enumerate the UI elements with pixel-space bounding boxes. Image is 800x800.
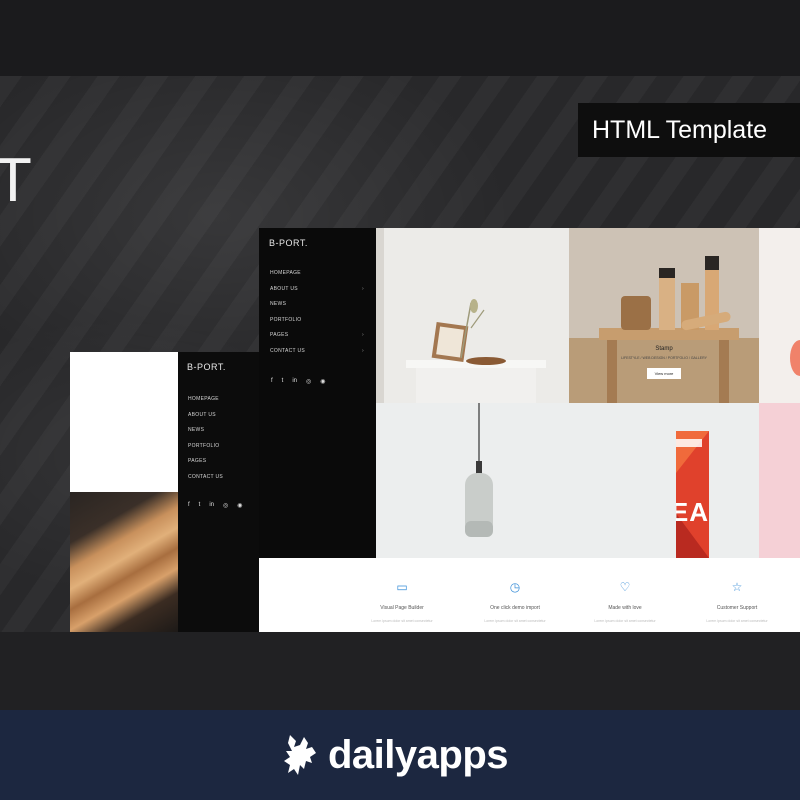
hero-title-fragment: T	[0, 146, 33, 215]
chevron-right-icon: ›	[362, 332, 364, 338]
back-nav-item-pages[interactable]: PAGES	[188, 458, 248, 474]
back-sidebar: B-PORT. HOMEPAGE ABOUT US NEWS PORTFOLIO…	[178, 352, 264, 632]
nav-label: NEWS	[270, 301, 287, 307]
facebook-icon[interactable]: f	[188, 502, 190, 509]
front-nav-item-pages[interactable]: PAGES ›	[270, 332, 364, 348]
nav-label: PAGES	[270, 332, 289, 338]
front-nav-menu: HOMEPAGE ABOUT US › NEWS PORTFOLIO PAGES ›…	[270, 270, 364, 363]
feature-visual-page-builder: ▭ Visual Page Builder Lorem ipsum dolor …	[347, 558, 457, 623]
monitor-icon: ▭	[396, 580, 408, 594]
shelf-photo	[376, 228, 569, 403]
top-band	[0, 0, 800, 76]
feature-title: Made with love	[608, 605, 642, 611]
lamp-photo	[376, 403, 676, 558]
nav-label: ABOUT US	[270, 285, 298, 292]
linkedin-icon[interactable]: in	[292, 378, 297, 385]
instagram-icon[interactable]: ◎	[223, 502, 228, 509]
twitter-icon[interactable]: t	[199, 502, 201, 509]
dailyapps-logo-icon	[284, 735, 316, 775]
front-nav-item-homepage[interactable]: HOMEPAGE	[270, 270, 364, 286]
front-nav-item-about[interactable]: ABOUT US ›	[270, 286, 364, 302]
front-nav-item-portfolio[interactable]: PORTFOLIO	[270, 317, 364, 333]
linkedin-icon[interactable]: in	[209, 502, 214, 509]
watch-icon: ◷	[509, 580, 521, 594]
feature-text: Lorem ipsum dolor sit amet consectetur	[484, 619, 546, 623]
nav-label: CONTACT US	[270, 347, 306, 354]
portfolio-tile-partial-bottom[interactable]	[759, 403, 800, 558]
tea-label: TEA	[676, 497, 709, 527]
back-logo: B-PORT.	[187, 362, 226, 372]
portfolio-item-title: Stamp	[655, 346, 673, 352]
portfolio-tile-tea[interactable]: TEA	[676, 403, 759, 558]
front-nav-item-contact[interactable]: CONTACT US ›	[270, 348, 364, 364]
portfolio-tile-partial-top[interactable]	[759, 228, 800, 403]
wood-sculpture-image	[70, 492, 180, 632]
feature-text: Lorem ipsum dolor sit amet consectetur	[594, 619, 656, 623]
dribbble-icon[interactable]: ◉	[237, 502, 242, 509]
back-nav-item-homepage[interactable]: HOMEPAGE	[188, 396, 248, 412]
back-nav-item-contact[interactable]: CONTACT US	[188, 474, 248, 490]
features-row: ▭ Visual Page Builder Lorem ipsum dolor …	[292, 558, 800, 632]
preview-front: B-PORT. HOMEPAGE ABOUT US › NEWS PORTFOLI…	[259, 228, 800, 632]
feature-customer-support: ☆ Customer Support Lorem ipsum dolor sit…	[682, 558, 792, 623]
front-social-links: f t in ◎ ◉	[271, 378, 326, 385]
feature-made-with-love: ♡ Made with love Lorem ipsum dolor sit a…	[570, 558, 680, 623]
star-icon: ☆	[731, 580, 743, 594]
chevron-right-icon: ›	[362, 285, 364, 292]
back-nav-menu: HOMEPAGE ABOUT US NEWS PORTFOLIO PAGES C…	[188, 396, 248, 489]
tea-box-photo	[676, 403, 759, 558]
portfolio-tile-lamp[interactable]	[376, 403, 676, 558]
instagram-icon[interactable]: ◎	[306, 378, 311, 385]
back-nav-item-news[interactable]: NEWS	[188, 427, 248, 443]
front-logo: B-PORT.	[269, 238, 308, 248]
back-nav-item-portfolio[interactable]: PORTFOLIO	[188, 443, 248, 459]
feature-title: One click demo import	[490, 605, 540, 611]
feature-demo-import: ◷ One click demo import Lorem ipsum dolo…	[460, 558, 570, 623]
front-nav-item-news[interactable]: NEWS	[270, 301, 364, 317]
heart-icon: ♡	[619, 580, 631, 594]
dribbble-icon[interactable]: ◉	[320, 378, 325, 385]
feature-text: Lorem ipsum dolor sit amet consectetur	[371, 619, 433, 623]
dailyapps-brand[interactable]: dailyapps	[282, 728, 509, 782]
feature-text: Lorem ipsum dolor sit amet consectetur	[706, 619, 768, 623]
html-template-badge: HTML Template	[578, 103, 800, 157]
portfolio-item-caption: LIFESTYLE / WEB DESIGN / PORTFOLIO / GAL…	[621, 356, 707, 360]
nav-label: HOMEPAGE	[270, 270, 301, 276]
bottom-band	[0, 632, 800, 710]
portfolio-tile-shelf[interactable]	[376, 228, 569, 403]
partial-photo	[759, 228, 800, 403]
back-social-links: f t in ◎ ◉	[188, 502, 243, 509]
feature-title: Visual Page Builder	[380, 605, 424, 611]
brand-name: dailyapps	[328, 732, 509, 777]
facebook-icon[interactable]: f	[271, 378, 273, 385]
twitter-icon[interactable]: t	[282, 378, 284, 385]
feature-title: Customer Support	[716, 605, 758, 611]
view-more-button[interactable]: View more	[647, 368, 681, 379]
front-sidebar: B-PORT. HOMEPAGE ABOUT US › NEWS PORTFOLI…	[259, 228, 376, 558]
portfolio-tile-stamp[interactable]: Stamp LIFESTYLE / WEB DESIGN / PORTFOLIO…	[569, 228, 759, 403]
back-nav-item-about[interactable]: ABOUT US	[188, 412, 248, 428]
nav-label: PORTFOLIO	[270, 316, 302, 323]
chevron-right-icon: ›	[362, 347, 364, 354]
